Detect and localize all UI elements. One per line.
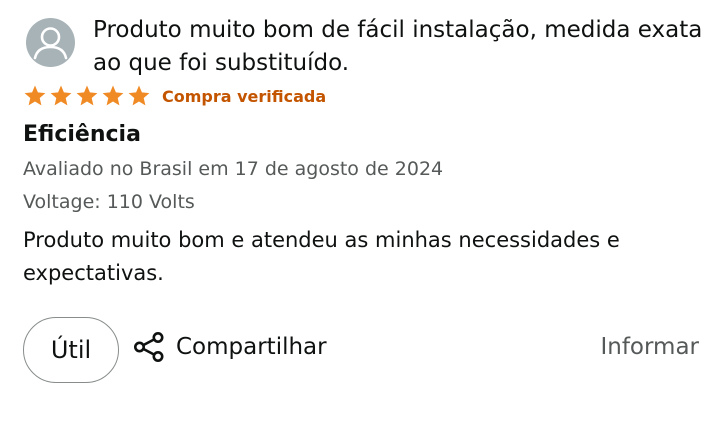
- avatar: [26, 18, 75, 67]
- share-icon: [134, 332, 164, 362]
- review-body: Produto muito bom e atendeu as minhas ne…: [23, 228, 620, 285]
- rating-row: Compra verificada: [23, 84, 326, 108]
- star-icon: [75, 84, 99, 108]
- helpful-button[interactable]: Útil: [23, 317, 119, 383]
- review-headline: Produto muito bom de fácil instalação, m…: [93, 17, 703, 76]
- star-icon: [101, 84, 125, 108]
- star-icon: [127, 84, 151, 108]
- share-button[interactable]: Compartilhar: [132, 330, 327, 364]
- review-date: Avaliado no Brasil em 17 de agosto de 20…: [23, 158, 444, 180]
- product-variant: Voltage: 110 Volts: [23, 191, 195, 213]
- default-user-avatar-icon: [33, 27, 68, 60]
- star-icon: [49, 84, 73, 108]
- verified-purchase-badge[interactable]: Compra verificada: [162, 87, 326, 106]
- star-rating: [23, 84, 151, 108]
- star-icon: [23, 84, 47, 108]
- review-title[interactable]: Eficiência: [23, 119, 141, 151]
- share-label: Compartilhar: [176, 334, 327, 360]
- report-link[interactable]: Informar: [600, 334, 699, 360]
